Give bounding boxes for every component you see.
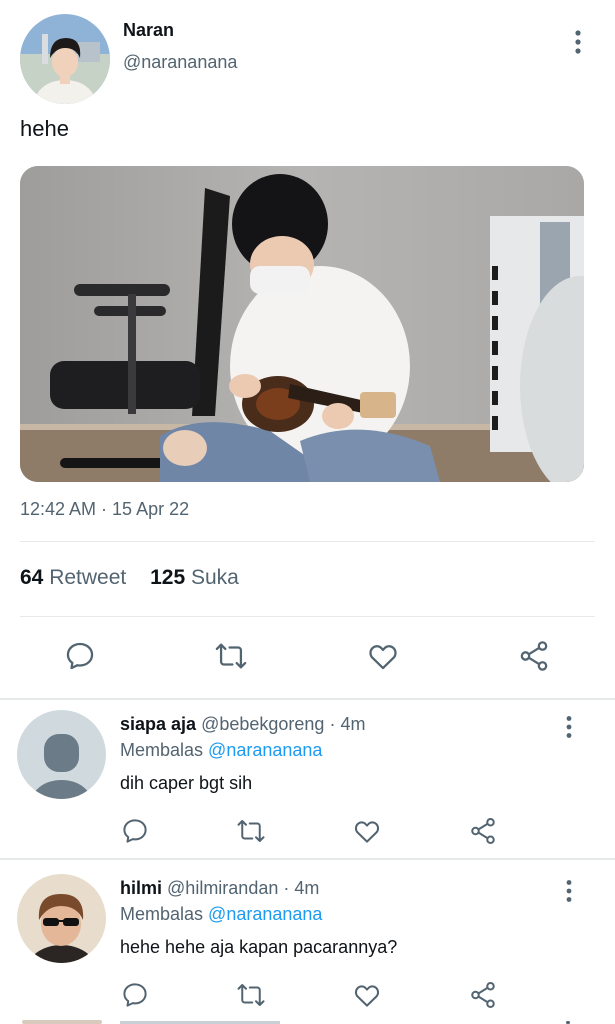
- replying-to: Membalas @narananana: [120, 740, 322, 761]
- next-reply-avatar-edge: [22, 1020, 102, 1024]
- tweet-stats: 64 Retweet 125 Suka: [20, 566, 239, 590]
- reply-time: · 4m: [329, 714, 366, 734]
- reply-icon[interactable]: [120, 980, 150, 1010]
- author-avatar[interactable]: [20, 14, 110, 104]
- default-avatar-icon[interactable]: [17, 710, 106, 799]
- reply-author-handle[interactable]: @bebekgoreng: [201, 714, 324, 734]
- share-icon[interactable]: [468, 980, 498, 1010]
- author-handle[interactable]: @narananana: [123, 52, 237, 73]
- like-label[interactable]: Suka: [191, 566, 239, 589]
- tweet-timestamp: 12:42 AM · 15 Apr 22: [20, 499, 190, 519]
- retweet-count[interactable]: 64: [20, 566, 43, 589]
- replying-to-label: Membalas: [120, 740, 204, 760]
- retweet-icon[interactable]: [236, 980, 266, 1010]
- more-options-icon[interactable]: [557, 714, 581, 740]
- reply-item[interactable]: hilmi @hilmirandan · 4m Membalas @narana…: [0, 864, 615, 1024]
- retweet-label[interactable]: Retweet: [49, 566, 126, 589]
- like-icon[interactable]: [352, 980, 382, 1010]
- replying-to-label: Membalas: [120, 904, 204, 924]
- reply-icon[interactable]: [63, 638, 97, 674]
- divider: [20, 541, 595, 542]
- reply-author-name[interactable]: siapa aja: [120, 714, 196, 734]
- mention-link[interactable]: @narananana: [208, 904, 322, 924]
- section-divider: [0, 858, 615, 860]
- tweet-media-image[interactable]: [20, 166, 584, 482]
- like-icon[interactable]: [366, 638, 400, 674]
- reply-text: hehe hehe aja kapan pacarannya?: [120, 937, 398, 957]
- reply-icon[interactable]: [120, 816, 150, 846]
- more-options-icon[interactable]: [557, 878, 581, 904]
- like-icon[interactable]: [352, 816, 382, 846]
- more-options-icon[interactable]: [566, 28, 590, 56]
- user-avatar[interactable]: [17, 874, 106, 963]
- reply-author-name[interactable]: hilmi: [120, 878, 162, 898]
- replying-to: Membalas @narananana: [120, 904, 322, 925]
- share-icon[interactable]: [468, 816, 498, 846]
- retweet-icon[interactable]: [214, 638, 248, 674]
- reply-header: hilmi @hilmirandan · 4m: [120, 878, 319, 899]
- share-icon[interactable]: [517, 638, 551, 674]
- divider: [20, 616, 595, 617]
- reply-time: · 4m: [283, 878, 320, 898]
- main-tweet: Naran @narananana hehe 12:42 AM · 15 Apr…: [0, 0, 615, 700]
- like-count[interactable]: 125: [150, 566, 185, 589]
- reply-author-handle[interactable]: @hilmirandan: [167, 878, 278, 898]
- next-reply-partial: [0, 1020, 615, 1024]
- tweet-text: hehe: [20, 116, 69, 141]
- mention-link[interactable]: @narananana: [208, 740, 322, 760]
- retweet-icon[interactable]: [236, 816, 266, 846]
- reply-text: dih caper bgt sih: [120, 773, 253, 793]
- author-name[interactable]: Naran: [123, 20, 174, 41]
- reply-item[interactable]: siapa aja @bebekgoreng · 4m Membalas @na…: [0, 700, 615, 863]
- reply-header: siapa aja @bebekgoreng · 4m: [120, 714, 365, 735]
